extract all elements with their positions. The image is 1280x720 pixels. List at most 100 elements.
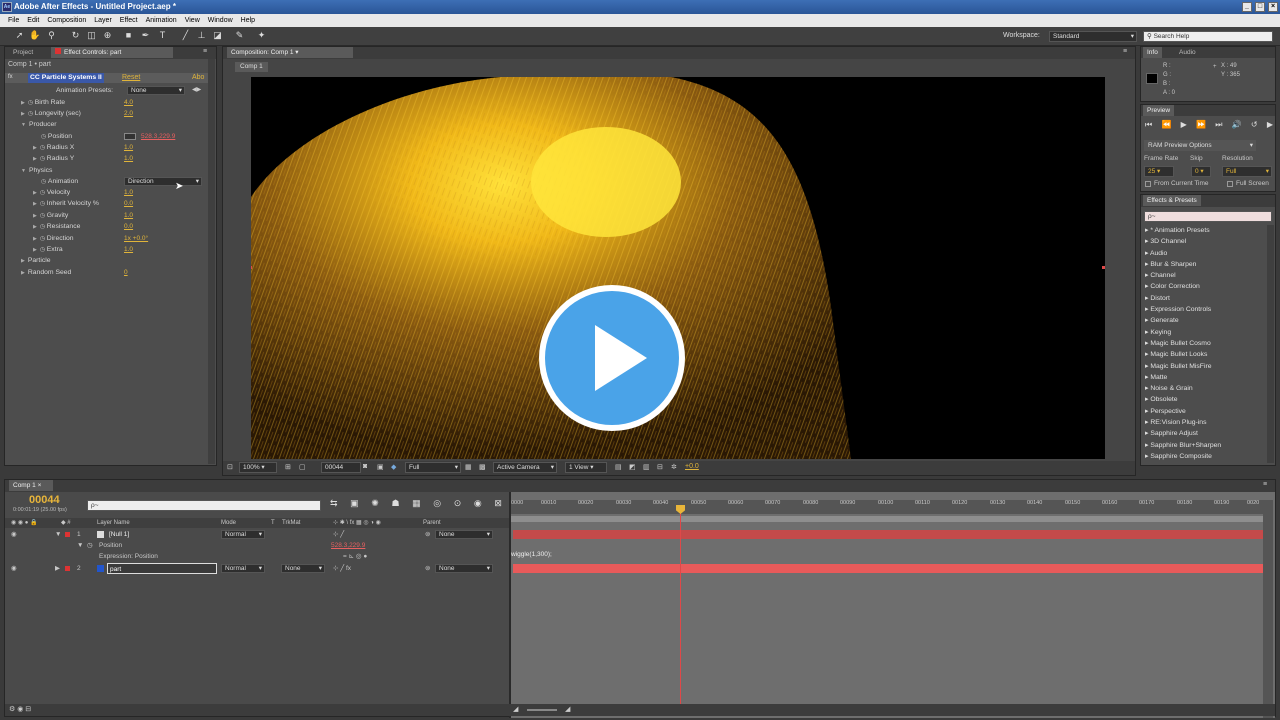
expand-triangle-icon[interactable]: ▶ xyxy=(33,156,37,162)
panel-menu-icon[interactable]: ≡ xyxy=(203,48,207,55)
work-area-bar[interactable] xyxy=(511,516,1263,522)
menu-layer[interactable]: Layer xyxy=(94,14,112,27)
eraser-tool-icon[interactable]: ◪ xyxy=(212,30,223,41)
list-item[interactable]: ▸ Magic Bullet Looks xyxy=(1141,349,1265,360)
brush-tool-icon[interactable]: ╱ xyxy=(180,30,191,41)
audio-icon[interactable]: 🔊 xyxy=(1232,120,1242,132)
animation-presets-select[interactable]: None ▾ xyxy=(127,86,185,95)
list-item[interactable]: ▸ Keying xyxy=(1141,327,1265,338)
grid-icon[interactable]: ⊡ xyxy=(227,463,233,471)
timeline-search-input[interactable]: ρ~ xyxy=(87,500,321,511)
prev-frame-icon[interactable]: ⏪ xyxy=(1161,120,1171,132)
zoom-out-icon[interactable]: ◢ xyxy=(513,705,518,713)
mode-select[interactable]: Normal ▾ xyxy=(221,530,265,539)
collapse-triangle-icon[interactable]: ▼ xyxy=(21,122,26,128)
table-row[interactable]: ◉ ▶ 2 part Normal ▾ None ▾ ⊹ ╱ fx ⊚ None ▾ xyxy=(5,563,509,574)
panel-menu-icon[interactable]: ≡ xyxy=(1263,481,1267,488)
stopwatch-icon[interactable]: ◷ xyxy=(40,201,47,207)
motion-blur-icon[interactable]: ◎ xyxy=(433,498,441,512)
position-value[interactable]: 528.3,229.9 xyxy=(141,131,175,142)
tab-effect-controls[interactable]: Effect Controls: part xyxy=(51,47,173,58)
velocity-value[interactable]: 1.0 xyxy=(124,187,133,198)
maximize-icon[interactable]: □ xyxy=(1255,2,1265,12)
tab-project[interactable]: Project xyxy=(9,47,37,58)
stopwatch-icon[interactable]: ◷ xyxy=(40,145,47,151)
menu-animation[interactable]: Animation xyxy=(146,14,177,27)
color-channel-icon[interactable]: ◆ xyxy=(391,463,396,471)
parent-select[interactable]: None ▾ xyxy=(435,530,493,539)
stopwatch-icon[interactable]: ◷ xyxy=(87,540,93,551)
col-parent[interactable]: Parent xyxy=(423,518,441,528)
puppet-tool-icon[interactable]: ✦ xyxy=(256,30,267,41)
collapse-triangle-icon[interactable]: ▼ xyxy=(55,529,61,540)
next-frame-icon[interactable]: ⏩ xyxy=(1196,120,1206,132)
col-layer-name[interactable]: Layer Name xyxy=(97,518,130,528)
live-update-icon[interactable]: ▣ xyxy=(350,498,359,512)
fast-previews-icon[interactable]: ◩ xyxy=(629,463,636,471)
list-item[interactable]: ▸ Obsolete xyxy=(1141,394,1265,405)
timeline-timecode[interactable]: 00044 xyxy=(29,494,60,506)
graph-editor-icon[interactable]: ◉ xyxy=(474,498,482,512)
trkmat-select[interactable]: None ▾ xyxy=(281,564,325,573)
current-time-field[interactable]: 00044 xyxy=(321,462,361,473)
stopwatch-icon[interactable]: ◷ xyxy=(40,156,47,162)
camera-tool-icon[interactable]: ◫ xyxy=(86,30,97,41)
view-layout-select[interactable]: 1 View ▾ xyxy=(565,462,607,473)
hide-shy-icon[interactable]: ☗ xyxy=(391,498,399,512)
menu-composition[interactable]: Composition xyxy=(47,14,86,27)
expand-triangle-icon[interactable]: ▶ xyxy=(21,270,25,276)
search-help-input[interactable]: ⚲ Search Help xyxy=(1143,31,1273,42)
stopwatch-icon[interactable]: ◷ xyxy=(40,247,47,253)
birth-rate-value[interactable]: 4.0 xyxy=(124,97,133,108)
comp-subtab[interactable]: Comp 1 xyxy=(235,62,268,72)
stopwatch-icon[interactable]: ◷ xyxy=(28,100,35,106)
preset-nav-icon[interactable]: ◀▶ xyxy=(192,86,201,93)
radius-x-value[interactable]: 1.0 xyxy=(124,142,133,153)
list-item[interactable]: ▸ Expression Controls xyxy=(1141,304,1265,315)
play-button[interactable] xyxy=(539,285,685,431)
stopwatch-icon[interactable]: ◷ xyxy=(40,213,47,219)
tab-info[interactable]: Info xyxy=(1143,47,1162,58)
position-prop-value[interactable]: 528.3,229.9 xyxy=(331,540,365,551)
show-snapshot-icon[interactable]: ▣ xyxy=(377,463,384,471)
stopwatch-icon[interactable]: ◷ xyxy=(28,111,35,117)
camera-select[interactable]: Active Camera ▾ xyxy=(493,462,557,473)
list-item[interactable]: ▸ * Animation Presets xyxy=(1141,225,1265,236)
list-item[interactable]: ▸ RE:Vision Plug-ins xyxy=(1141,417,1265,428)
list-item[interactable]: ▸ Distort xyxy=(1141,293,1265,304)
time-ruler[interactable]: 0000 00010 00020 00030 00040 00050 00060… xyxy=(511,500,1263,514)
list-item[interactable]: ▸ Noise & Grain xyxy=(1141,383,1265,394)
crosshair-icon[interactable] xyxy=(124,133,136,140)
selection-tool-icon[interactable]: ➚ xyxy=(14,30,25,41)
zoom-slider[interactable] xyxy=(527,709,557,711)
layer-bar-null[interactable] xyxy=(513,530,1263,539)
expand-triangle-icon[interactable]: ▶ xyxy=(33,247,37,253)
preview-resolution-select[interactable]: Full ▾ xyxy=(1222,166,1272,177)
label-color-swatch[interactable] xyxy=(65,566,70,571)
mode-select[interactable]: Normal ▾ xyxy=(221,564,265,573)
list-item[interactable]: ▸ Audio xyxy=(1141,248,1265,259)
text-tool-icon[interactable]: T xyxy=(157,30,168,41)
comp-viewer[interactable] xyxy=(251,77,1105,459)
bounds-handle[interactable] xyxy=(1102,266,1105,269)
collapse-triangle-icon[interactable]: ▼ xyxy=(21,168,26,174)
menu-window[interactable]: Window xyxy=(208,14,233,27)
stopwatch-icon[interactable]: ◷ xyxy=(40,224,47,230)
effect-name[interactable]: CC Particle Systems II xyxy=(28,73,104,83)
list-item[interactable]: ▸ Sapphire Blur+Sharpen xyxy=(1141,440,1265,451)
reset-link[interactable]: Reset xyxy=(122,73,140,83)
parent-select[interactable]: None ▾ xyxy=(435,564,493,573)
comp-mini-flowchart-icon[interactable]: ⇆ xyxy=(330,498,338,512)
rotate-tool-icon[interactable]: ↻ xyxy=(70,30,81,41)
expand-triangle-icon[interactable]: ▶ xyxy=(21,100,25,106)
direction-value[interactable]: 1x +0.0° xyxy=(124,233,148,244)
expression-text[interactable]: wiggle(1,300); xyxy=(511,551,552,558)
exposure-value[interactable]: +0.0 xyxy=(685,463,699,470)
ram-preview-options-select[interactable]: RAM Preview Options ▾ xyxy=(1144,140,1256,151)
resistance-value[interactable]: 0.0 xyxy=(124,221,133,232)
about-link[interactable]: Abo xyxy=(192,73,204,83)
bounds-handle[interactable] xyxy=(251,266,252,269)
expand-triangle-icon[interactable]: ▶ xyxy=(33,190,37,196)
col-trkmat[interactable]: TrkMat xyxy=(282,518,300,528)
workspace-select[interactable]: Standard ▾ xyxy=(1049,31,1137,42)
